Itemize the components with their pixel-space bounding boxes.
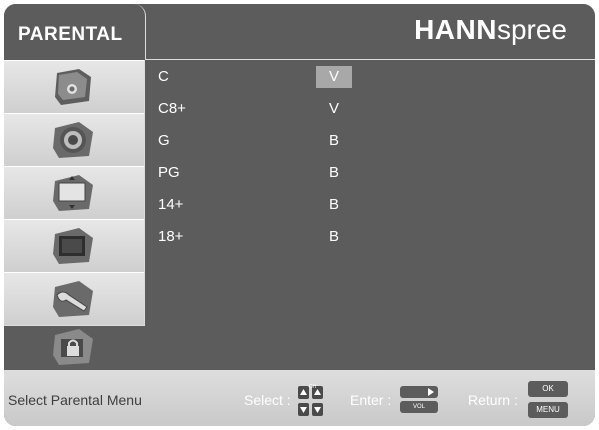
rating-label: C8+ (158, 100, 186, 117)
header-divider (145, 59, 595, 60)
rating-label: 18+ (158, 228, 184, 245)
picture-icon (55, 69, 91, 105)
rating-label: G (158, 132, 170, 149)
menu-key: MENU (528, 402, 568, 418)
help-text: Select Parental Menu (8, 392, 142, 408)
speaker-icon (53, 122, 93, 158)
rating-row[interactable]: C V (154, 66, 454, 88)
menu-title: PARENTAL (18, 24, 123, 45)
select-label: Select : (244, 392, 291, 408)
tools-icon (53, 281, 93, 317)
sidebar-item-picture[interactable] (4, 60, 144, 114)
enter-label: Enter : (350, 392, 392, 408)
rating-value[interactable]: B (316, 226, 352, 248)
rating-row[interactable]: C8+ V (154, 98, 454, 120)
sidebar-item-parental[interactable] (4, 325, 144, 370)
brand-light: spree (496, 14, 567, 45)
vol-key: VOL (400, 401, 438, 413)
osd-screen: PARENTAL HANNspree C V C8+ V G B PG B 14… (4, 4, 595, 426)
rating-value[interactable]: B (316, 130, 352, 152)
footer-help-bar: Select Parental Menu Select : CH Enter :… (4, 370, 595, 426)
brand-bold: HANN (414, 14, 497, 45)
vol-right-icon (400, 386, 438, 398)
rating-row[interactable]: PG B (154, 162, 454, 184)
rating-label: C (158, 68, 169, 85)
sidebar-divider (4, 325, 145, 326)
brand-logo: HANNspree (414, 14, 567, 46)
sidebar-item-setup[interactable] (4, 219, 144, 273)
screen-icon (53, 175, 93, 211)
title-tab: PARENTAL (4, 4, 146, 60)
rating-label: PG (158, 164, 180, 181)
sidebar-item-screen[interactable] (4, 166, 144, 220)
osd-header: PARENTAL HANNspree (4, 4, 595, 60)
return-label: Return : (468, 392, 518, 408)
parental-lock-icon (53, 329, 93, 365)
rating-value[interactable]: V (316, 66, 352, 88)
rating-row[interactable]: G B (154, 130, 454, 152)
rating-value[interactable]: B (316, 194, 352, 216)
rating-value[interactable]: V (316, 98, 352, 120)
rating-label: 14+ (158, 196, 184, 213)
sidebar (4, 60, 145, 326)
rating-row[interactable]: 18+ B (154, 226, 454, 248)
sidebar-item-audio[interactable] (4, 113, 144, 167)
rating-value[interactable]: B (316, 162, 352, 184)
sidebar-item-tools[interactable] (4, 272, 144, 326)
rating-row[interactable]: 14+ B (154, 194, 454, 216)
ch-key-label: CH (309, 384, 317, 390)
setup-icon (53, 228, 93, 264)
ok-key: OK (528, 381, 568, 397)
